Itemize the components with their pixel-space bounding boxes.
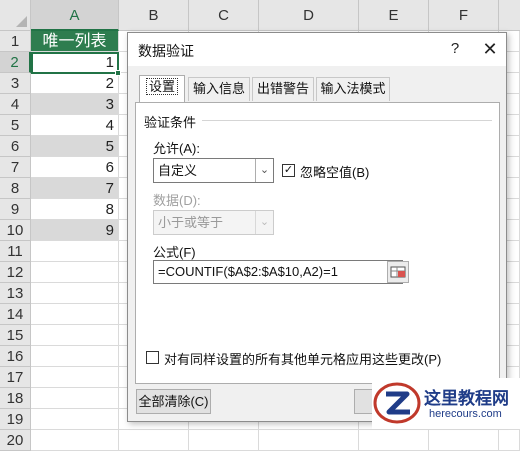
data-select-value: 小于或等于 [158,215,224,230]
cell-a8[interactable]: 7 [31,178,119,199]
grid-cell[interactable] [189,430,259,451]
grid-cell[interactable] [31,241,119,262]
validation-criteria-label: 验证条件 [144,115,197,130]
column-header-e[interactable]: E [359,0,429,31]
row-header-6[interactable]: 6 [0,136,31,157]
help-button[interactable]: ? [445,37,465,61]
cell-a6[interactable]: 5 [31,136,119,157]
row-header-10[interactable]: 10 [0,220,31,241]
range-picker-button[interactable] [387,261,409,283]
grid-cell[interactable] [359,430,429,451]
fill-handle[interactable] [115,70,121,76]
column-header-b[interactable]: B [119,0,189,31]
unique-list-header-cell[interactable]: 唯一列表 [31,31,119,52]
data-validation-dialog: 数据验证 ? ✕ 设置 输入信息 出错警告 输入法模式 验证条件 允许(A): … [127,32,507,422]
formula-input[interactable]: =COUNTIF($A$2:$A$10,A2)=1 [153,260,403,284]
grid-cell[interactable] [31,304,119,325]
row-header-1[interactable]: 1 [0,31,31,52]
tab-ime-mode[interactable]: 输入法模式 [316,77,390,101]
allow-label: 允许(A): [153,141,200,156]
chevron-down-icon[interactable]: ⌄ [255,159,273,182]
cell-a10[interactable]: 9 [31,220,119,241]
settings-panel: 验证条件 允许(A): 自定义 ⌄ ✓ 忽略空值(B) 数据(D): 小于或等于… [135,102,500,384]
grid-cell[interactable] [31,409,119,430]
grid-cell[interactable] [31,283,119,304]
column-header-f[interactable]: F [429,0,499,31]
row-header-9[interactable]: 9 [0,199,31,220]
site-watermark: 这里教程网 herecours.com [372,378,520,429]
check-icon: ✓ [283,164,294,176]
tab-error-alert[interactable]: 出错警告 [252,77,314,101]
dialog-title: 数据验证 [138,43,194,59]
row-header-12[interactable]: 12 [0,262,31,283]
grid-cell[interactable] [31,325,119,346]
allow-select-value: 自定义 [158,163,198,178]
data-label: 数据(D): [153,193,201,208]
apply-all-checkbox[interactable] [146,351,159,364]
cell-a9[interactable]: 8 [31,199,119,220]
row-header-16[interactable]: 16 [0,346,31,367]
select-all-triangle-icon [16,16,27,27]
row-header-20[interactable]: 20 [0,430,31,451]
grid-cell[interactable] [31,430,119,451]
tab-settings[interactable]: 设置 [139,75,185,103]
watermark-title: 这里教程网 [424,389,509,409]
allow-select[interactable]: 自定义 ⌄ [153,158,274,183]
section-divider [202,120,492,121]
row-header-19[interactable]: 19 [0,409,31,430]
cell-a4[interactable]: 3 [31,94,119,115]
row-header-7[interactable]: 7 [0,157,31,178]
row-header-14[interactable]: 14 [0,304,31,325]
grid-cell[interactable] [31,388,119,409]
row-header-17[interactable]: 17 [0,367,31,388]
data-select[interactable]: 小于或等于 ⌄ [153,210,274,235]
row-header-8[interactable]: 8 [0,178,31,199]
cell-a5[interactable]: 4 [31,115,119,136]
row-header-2[interactable]: 2 [0,52,31,73]
column-header-c[interactable]: C [189,0,259,31]
row-header-11[interactable]: 11 [0,241,31,262]
cell-a7[interactable]: 6 [31,157,119,178]
watermark-url: herecours.com [429,408,502,420]
grid-cell[interactable] [259,430,359,451]
tab-settings-label: 设置 [145,78,178,95]
row-header-13[interactable]: 13 [0,283,31,304]
range-picker-icon [390,266,406,278]
formula-label: 公式(F) [153,245,196,260]
row-header-18[interactable]: 18 [0,388,31,409]
select-all-corner[interactable] [0,0,31,31]
ignore-blank-label[interactable]: 忽略空值(B) [300,162,369,181]
site-logo-icon [373,382,421,424]
row-header-4[interactable]: 4 [0,94,31,115]
grid-cell[interactable] [31,346,119,367]
chevron-down-icon[interactable]: ⌄ [255,211,273,234]
tab-input-message[interactable]: 输入信息 [188,77,250,101]
cell-a2[interactable]: 1 [31,52,119,73]
column-header-g[interactable] [499,0,520,31]
grid-cell[interactable] [119,430,189,451]
apply-all-label[interactable]: 对有同样设置的所有其他单元格应用这些更改(P) [164,349,441,368]
grid-cell[interactable] [31,367,119,388]
row-header-15[interactable]: 15 [0,325,31,346]
column-header-a[interactable]: A [31,0,119,31]
grid-cell[interactable] [429,430,499,451]
grid-cell[interactable] [499,430,520,451]
grid-cell[interactable] [31,262,119,283]
close-button[interactable]: ✕ [479,37,501,61]
ignore-blank-checkbox[interactable]: ✓ [282,164,295,177]
row-header-3[interactable]: 3 [0,73,31,94]
column-header-d[interactable]: D [259,0,359,31]
row-header-5[interactable]: 5 [0,115,31,136]
dialog-titlebar[interactable]: 数据验证 ? ✕ [128,33,506,66]
cell-a3[interactable]: 2 [31,73,119,94]
clear-all-button[interactable]: 全部清除(C) [136,389,211,414]
